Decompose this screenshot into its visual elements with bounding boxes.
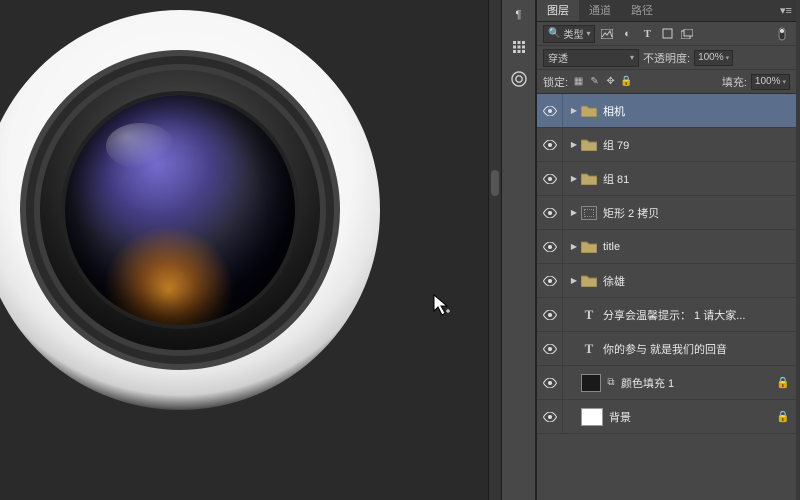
layer-name[interactable]: 徐雄 bbox=[603, 273, 625, 289]
filter-toggle-switch[interactable] bbox=[774, 26, 790, 42]
folder-icon bbox=[581, 240, 597, 254]
folder-icon bbox=[581, 274, 597, 288]
search-icon: 🔍 bbox=[548, 28, 560, 39]
chevron-down-icon: ▾ bbox=[726, 54, 730, 62]
chevron-down-icon: ▾ bbox=[586, 29, 590, 38]
layer-name[interactable]: 颜色填充 1 bbox=[621, 375, 674, 391]
align-panel-icon[interactable] bbox=[509, 38, 529, 56]
filter-pixel-icon[interactable] bbox=[599, 26, 615, 42]
folder-icon bbox=[581, 138, 597, 152]
layer-row[interactable]: ▶ title bbox=[537, 230, 796, 264]
disclosure-triangle-icon[interactable]: ▶ bbox=[569, 174, 579, 183]
disclosure-triangle-icon[interactable]: ▶ bbox=[569, 242, 579, 251]
disclosure-triangle-icon[interactable]: ▶ bbox=[569, 106, 579, 115]
layer-name[interactable]: 分享会温馨提示： 1 请大家... bbox=[603, 307, 745, 323]
blend-opacity-row: 穿透 ▾ 不透明度: 100% ▾ bbox=[537, 46, 796, 70]
layer-name[interactable]: 组 81 bbox=[603, 171, 629, 187]
lens-glass bbox=[65, 95, 295, 325]
collapsed-toolstrip: ¶ bbox=[502, 0, 536, 500]
visibility-eye-icon[interactable] bbox=[537, 162, 563, 195]
layer-name[interactable]: title bbox=[603, 241, 620, 253]
layer-name[interactable]: 矩形 2 拷贝 bbox=[603, 205, 659, 221]
lock-position-icon[interactable]: ✥ bbox=[604, 75, 617, 88]
layer-name[interactable]: 相机 bbox=[603, 103, 625, 119]
lock-pixels-icon[interactable]: ✎ bbox=[588, 75, 601, 88]
disclosure-triangle-icon[interactable]: ▶ bbox=[569, 140, 579, 149]
tab-paths[interactable]: 路径 bbox=[621, 0, 663, 21]
fill-input[interactable]: 100% ▾ bbox=[751, 74, 790, 90]
visibility-eye-icon[interactable] bbox=[537, 230, 563, 263]
shape-layer-icon bbox=[581, 206, 597, 220]
filter-adjust-icon[interactable]: ◐ bbox=[619, 26, 635, 42]
visibility-eye-icon[interactable] bbox=[537, 196, 563, 229]
lock-buttons: ▦ ✎ ✥ 🔒 bbox=[572, 75, 633, 88]
opacity-input[interactable]: 100% ▾ bbox=[694, 50, 733, 66]
text-layer-icon: T bbox=[581, 341, 597, 357]
lock-fill-row: 锁定: ▦ ✎ ✥ 🔒 填充: 100% ▾ bbox=[537, 70, 796, 94]
folder-icon bbox=[581, 104, 597, 118]
canvas-scrollbar[interactable] bbox=[488, 0, 502, 500]
chevron-down-icon: ▾ bbox=[630, 53, 634, 62]
visibility-eye-icon[interactable] bbox=[537, 128, 563, 161]
lens-barrel bbox=[20, 50, 340, 370]
visibility-eye-icon[interactable] bbox=[537, 264, 563, 297]
blend-mode-value: 穿透 bbox=[548, 50, 568, 65]
lock-transparent-icon[interactable]: ▦ bbox=[572, 75, 585, 88]
opacity-label: 不透明度: bbox=[643, 50, 690, 66]
tab-channels[interactable]: 通道 bbox=[579, 0, 621, 21]
blend-mode-select[interactable]: 穿透 ▾ bbox=[543, 49, 639, 67]
paragraph-panel-icon[interactable]: ¶ bbox=[509, 6, 529, 24]
scrollbar-thumb[interactable] bbox=[491, 170, 499, 196]
visibility-eye-icon[interactable] bbox=[537, 94, 563, 127]
layer-row[interactable]: ▶ 徐雄 bbox=[537, 264, 796, 298]
cc-libraries-icon[interactable] bbox=[509, 70, 529, 88]
visibility-eye-icon[interactable] bbox=[537, 400, 563, 433]
folder-icon bbox=[581, 172, 597, 186]
filter-shape-icon[interactable] bbox=[659, 26, 675, 42]
filter-text-icon[interactable]: T bbox=[639, 26, 655, 42]
lock-icon[interactable]: 🔒 bbox=[776, 376, 790, 389]
layer-row[interactable]: T 分享会温馨提示： 1 请大家... bbox=[537, 298, 796, 332]
layer-row[interactable]: ⧉ 颜色填充 1 🔒 bbox=[537, 366, 796, 400]
layer-row[interactable]: ▶ 矩形 2 拷贝 bbox=[537, 196, 796, 230]
visibility-eye-icon[interactable] bbox=[537, 332, 563, 365]
layer-row[interactable]: ▶ 组 79 bbox=[537, 128, 796, 162]
lock-icon[interactable]: 🔒 bbox=[776, 410, 790, 423]
panel-resize-edge[interactable] bbox=[796, 0, 800, 500]
filter-type-label: 类型 bbox=[563, 26, 583, 41]
document-canvas[interactable] bbox=[0, 0, 488, 500]
fill-layer-thumb bbox=[581, 374, 601, 392]
layers-list[interactable]: ▶ 相机 ▶ 组 79 ▶ 组 81 ▶ 矩形 2 拷贝 ▶ title ▶ 徐雄 T 分享会温馨提示： … bbox=[537, 94, 796, 500]
filter-type-select[interactable]: 🔍 类型 ▾ bbox=[543, 25, 595, 43]
filter-smart-icon[interactable] bbox=[679, 26, 695, 42]
layer-filter-row: 🔍 类型 ▾ ◐ T bbox=[537, 22, 796, 46]
fill-label: 填充: bbox=[722, 74, 747, 90]
visibility-eye-icon[interactable] bbox=[537, 366, 563, 399]
layer-name[interactable]: 组 79 bbox=[603, 137, 629, 153]
canvas-artwork bbox=[0, 0, 390, 450]
lock-all-icon[interactable]: 🔒 bbox=[620, 75, 633, 88]
layers-panel: 图层 通道 路径 ▾≡ 🔍 类型 ▾ ◐ T 穿透 ▾ 不透明度: 100% ▾… bbox=[536, 0, 796, 500]
opacity-value: 100% bbox=[698, 52, 724, 63]
panel-tabs: 图层 通道 路径 ▾≡ bbox=[537, 0, 796, 22]
chevron-down-icon: ▾ bbox=[782, 78, 786, 86]
layer-link-icon[interactable]: ⧉ bbox=[605, 377, 617, 388]
layer-name[interactable]: 你的参与 就是我们的回音 bbox=[603, 341, 727, 357]
layer-name[interactable]: 背景 bbox=[609, 409, 631, 425]
background-thumb bbox=[581, 408, 603, 426]
lock-label: 锁定: bbox=[543, 74, 568, 90]
layer-row[interactable]: ▶ 相机 bbox=[537, 94, 796, 128]
layer-row[interactable]: ▶ 组 81 bbox=[537, 162, 796, 196]
layer-row[interactable]: T 你的参与 就是我们的回音 bbox=[537, 332, 796, 366]
tab-layers[interactable]: 图层 bbox=[537, 0, 579, 21]
fill-value: 100% bbox=[755, 76, 781, 87]
text-layer-icon: T bbox=[581, 307, 597, 323]
disclosure-triangle-icon[interactable]: ▶ bbox=[569, 276, 579, 285]
layer-row[interactable]: 背景 🔒 bbox=[537, 400, 796, 434]
visibility-eye-icon[interactable] bbox=[537, 298, 563, 331]
move-cursor-icon bbox=[432, 293, 452, 319]
disclosure-triangle-icon[interactable]: ▶ bbox=[569, 208, 579, 217]
lens-white-base bbox=[0, 10, 380, 410]
panel-menu-icon[interactable]: ▾≡ bbox=[776, 0, 796, 21]
